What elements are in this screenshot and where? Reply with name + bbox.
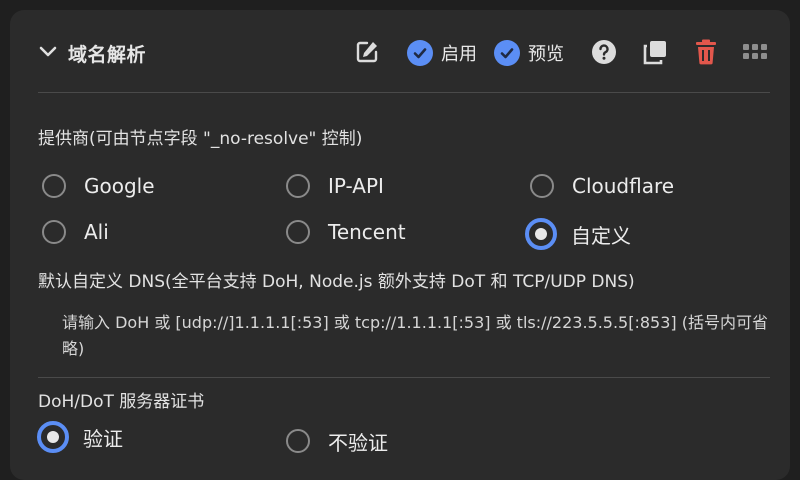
radio-circle-selected [37, 421, 69, 453]
edit-icon[interactable] [352, 37, 382, 67]
radio-circle [42, 174, 66, 198]
provider-label: 提供商(可由节点字段 "_no-resolve" 控制) [38, 129, 363, 149]
radio-provider-ip-api[interactable]: IP-API [286, 169, 384, 203]
radio-label: IP-API [328, 174, 384, 198]
radio-cert-no-verify[interactable]: 不验证 [286, 424, 388, 458]
radio-provider-google[interactable]: Google [42, 169, 155, 203]
radio-label: 自定义 [571, 223, 631, 248]
custom-dns-label: 默认自定义 DNS(全平台支持 DoH, Node.js 额外支持 DoT 和 … [38, 272, 635, 292]
cert-label: DoH/DoT 服务器证书 [38, 392, 205, 412]
radio-label: 验证 [83, 426, 123, 451]
radio-circle [286, 429, 310, 453]
custom-dns-input[interactable] [50, 310, 770, 380]
section-divider [38, 377, 770, 378]
trash-icon[interactable] [691, 37, 721, 67]
panel-header: 域名解析 启用 预览 [10, 10, 790, 92]
radio-label: Google [84, 174, 155, 198]
radio-circle [42, 220, 66, 244]
header-divider [38, 92, 770, 93]
chevron-down-icon[interactable] [38, 42, 58, 62]
radio-provider-tencent[interactable]: Tencent [286, 215, 406, 249]
dns-resolve-panel: 域名解析 启用 预览 提供商(可由节点字段 "_no-resolve" 控制) … [10, 10, 790, 480]
help-icon[interactable] [589, 37, 619, 67]
radio-provider-ali[interactable]: Ali [42, 215, 109, 249]
preview-label: 预览 [528, 44, 564, 65]
radio-circle [286, 220, 310, 244]
radio-label: Tencent [328, 220, 406, 244]
radio-label: 不验证 [328, 430, 388, 455]
preview-toggle[interactable]: 预览 [494, 39, 564, 67]
enable-label: 启用 [441, 44, 477, 65]
radio-circle [286, 174, 310, 198]
radio-cert-verify[interactable]: 验证 [37, 420, 123, 454]
check-icon [494, 40, 520, 66]
radio-provider-cloudflare[interactable]: Cloudflare [530, 169, 674, 203]
radio-label: Cloudflare [572, 174, 675, 198]
enable-toggle[interactable]: 启用 [407, 39, 477, 67]
radio-provider-custom[interactable]: 自定义 [525, 217, 631, 251]
radio-label: Ali [84, 220, 109, 244]
copy-icon[interactable] [640, 37, 670, 67]
check-icon [407, 40, 433, 66]
radio-circle-selected [525, 218, 557, 250]
radio-circle [530, 174, 554, 198]
drag-handle-icon[interactable] [740, 37, 770, 67]
panel-title: 域名解析 [68, 44, 147, 66]
